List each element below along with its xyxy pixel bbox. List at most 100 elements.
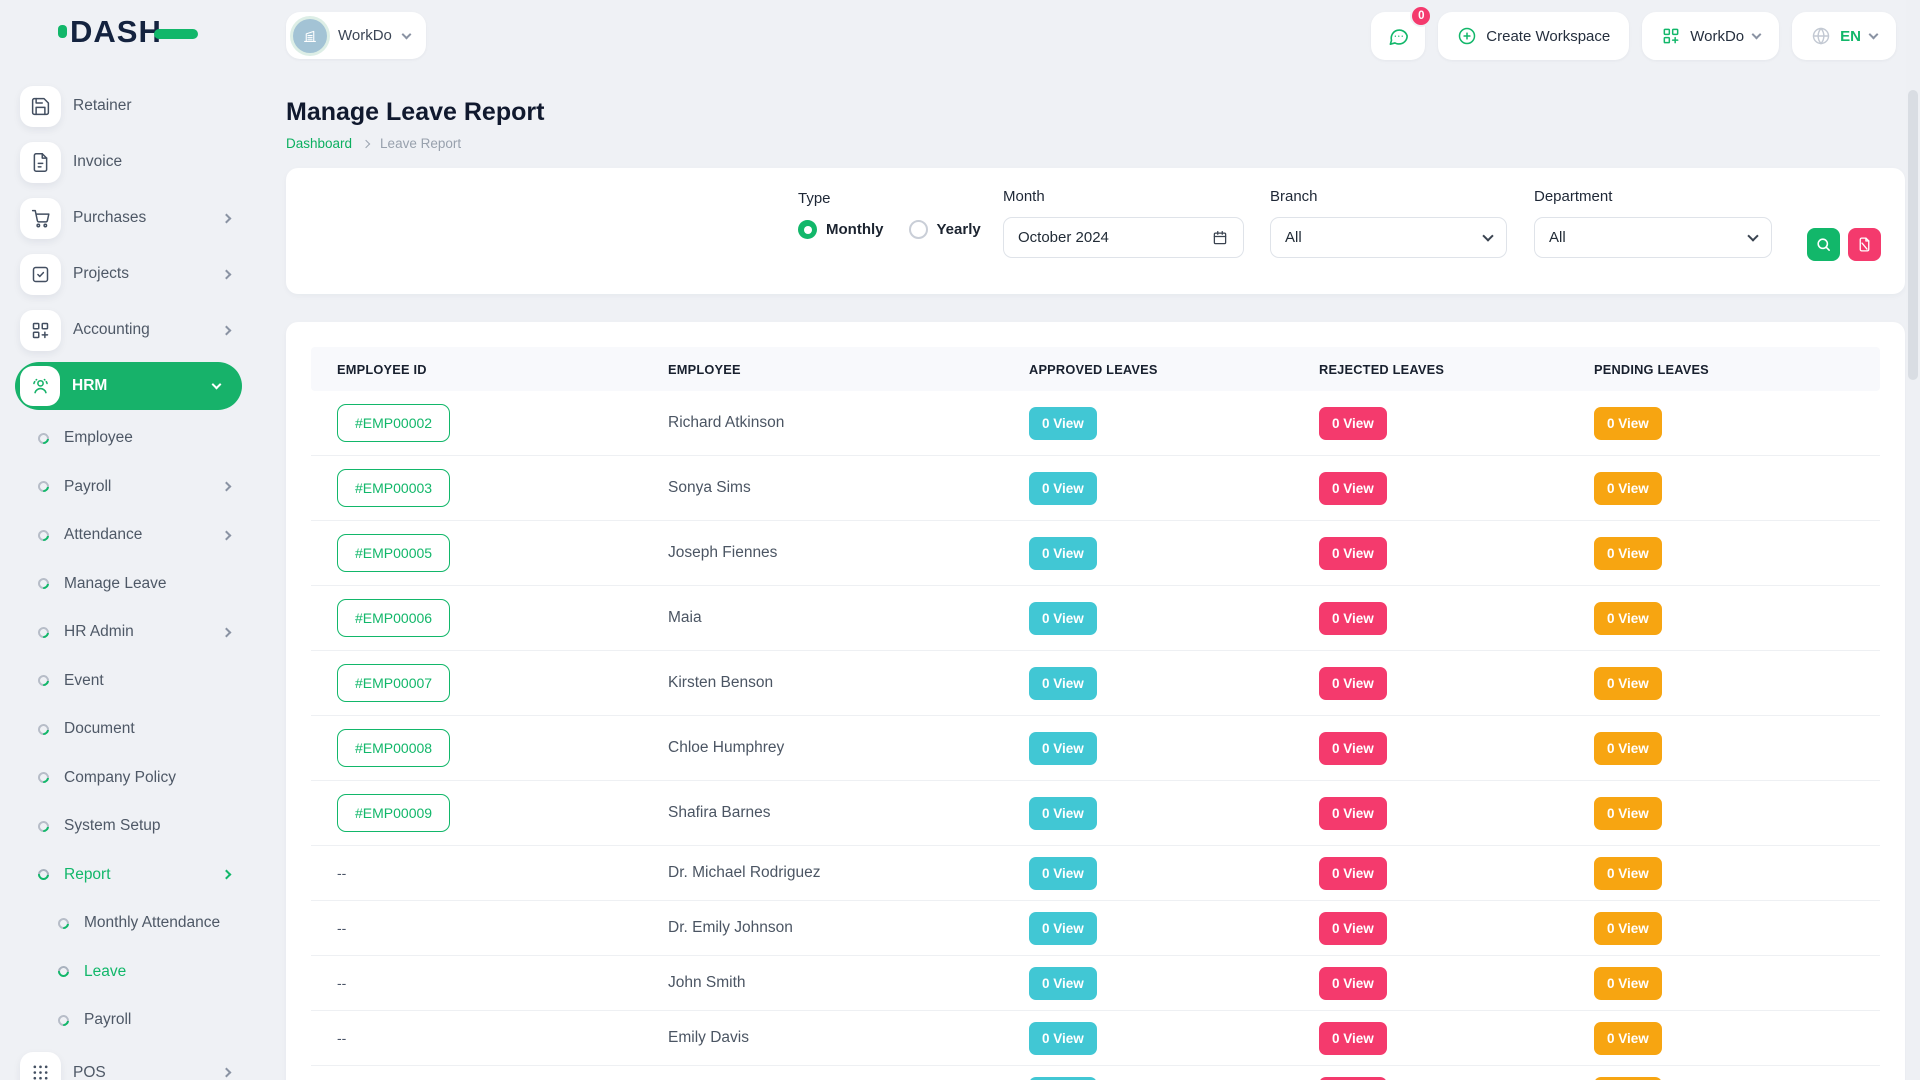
sidebar-item-accounting[interactable]: Accounting — [0, 302, 260, 358]
approved-leaves-badge[interactable]: 0 View — [1029, 667, 1097, 700]
rejected-leaves-badge[interactable]: 0 View — [1319, 407, 1387, 440]
breadcrumb-current: Leave Report — [380, 136, 461, 151]
sidebar-item-invoice[interactable]: Invoice — [0, 134, 260, 190]
bullet-icon — [36, 528, 51, 543]
sidebar-item-hrm[interactable]: HRM — [15, 362, 242, 410]
language-selector[interactable]: EN — [1792, 12, 1896, 60]
pending-leaves-badge[interactable]: 0 View — [1594, 857, 1662, 890]
breadcrumb-dashboard-link[interactable]: Dashboard — [286, 136, 352, 151]
pending-leaves-badge[interactable]: 0 View — [1594, 667, 1662, 700]
yearly-radio[interactable] — [909, 220, 928, 239]
table-row: --John Smith0 View0 View0 View — [311, 956, 1880, 1011]
employee-id-button[interactable]: #EMP00003 — [337, 469, 450, 507]
sidebar-item-label: Attendance — [64, 526, 142, 544]
branch-select[interactable]: All — [1270, 217, 1507, 258]
search-icon — [1815, 236, 1832, 253]
purchases-icon — [20, 198, 61, 239]
app-menu-button[interactable]: WorkDo — [1642, 12, 1779, 60]
branch-value: All — [1285, 229, 1302, 246]
pending-leaves-badge[interactable]: 0 View — [1594, 407, 1662, 440]
invoice-icon — [20, 142, 61, 183]
rejected-leaves-badge[interactable]: 0 View — [1319, 667, 1387, 700]
approved-leaves-badge[interactable]: 0 View — [1029, 797, 1097, 830]
plus-circle-icon — [1457, 26, 1477, 46]
approved-leaves-badge[interactable]: 0 View — [1029, 472, 1097, 505]
rejected-leaves-badge[interactable]: 0 View — [1319, 732, 1387, 765]
sidebar-item-report[interactable]: Report — [0, 851, 260, 900]
approved-leaves-badge[interactable]: 0 View — [1029, 732, 1097, 765]
approved-leaves-badge[interactable]: 0 View — [1029, 967, 1097, 1000]
table-row: #EMP00006Maia0 View0 View0 View — [311, 586, 1880, 651]
chevron-down-icon — [1752, 30, 1762, 40]
yearly-radio-label: Yearly — [937, 221, 981, 238]
pending-leaves-badge[interactable]: 0 View — [1594, 472, 1662, 505]
pos-icon — [20, 1052, 61, 1080]
rejected-leaves-badge[interactable]: 0 View — [1319, 967, 1387, 1000]
pending-leaves-badge[interactable]: 0 View — [1594, 1022, 1662, 1055]
approved-leaves-badge[interactable]: 0 View — [1029, 602, 1097, 635]
table-row: --Dr. Emily Johnson0 View0 View0 View — [311, 901, 1880, 956]
pending-leaves-badge[interactable]: 0 View — [1594, 912, 1662, 945]
sidebar-item-manage-leave[interactable]: Manage Leave — [0, 560, 260, 609]
pending-leaves-badge[interactable]: 0 View — [1594, 797, 1662, 830]
search-button[interactable] — [1807, 228, 1840, 261]
sidebar-item-label: HRM — [72, 377, 107, 395]
main-content: Manage Leave Report Dashboard Leave Repo… — [286, 72, 1905, 1080]
approved-leaves-badge[interactable]: 0 View — [1029, 1022, 1097, 1055]
rejected-leaves-badge[interactable]: 0 View — [1319, 472, 1387, 505]
chat-icon — [1387, 25, 1410, 48]
sidebar-item-label: Document — [64, 720, 135, 738]
table-row: #EMP00005Joseph Fiennes0 View0 View0 Vie… — [311, 521, 1880, 586]
bullet-icon — [36, 867, 51, 882]
sidebar-item-system-setup[interactable]: System Setup — [0, 802, 260, 851]
employee-id-button[interactable]: #EMP00005 — [337, 534, 450, 572]
month-input[interactable]: October 2024 — [1003, 217, 1244, 258]
sidebar-item-employee[interactable]: Employee — [0, 414, 260, 463]
workspace-selector[interactable]: WorkDo — [286, 12, 426, 59]
chevron-down-icon — [1747, 230, 1758, 241]
rejected-leaves-badge[interactable]: 0 View — [1319, 857, 1387, 890]
scrollbar-thumb[interactable] — [1908, 90, 1918, 380]
sidebar-item-document[interactable]: Document — [0, 705, 260, 754]
page-scrollbar[interactable] — [1906, 0, 1920, 1080]
employee-id-button[interactable]: #EMP00007 — [337, 664, 450, 702]
pending-leaves-badge[interactable]: 0 View — [1594, 732, 1662, 765]
sidebar-item-payroll[interactable]: Payroll — [0, 463, 260, 512]
approved-leaves-badge[interactable]: 0 View — [1029, 537, 1097, 570]
sidebar-item-label: POS — [73, 1064, 106, 1080]
approved-leaves-badge[interactable]: 0 View — [1029, 857, 1097, 890]
rejected-leaves-badge[interactable]: 0 View — [1319, 537, 1387, 570]
rejected-leaves-badge[interactable]: 0 View — [1319, 602, 1387, 635]
approved-leaves-badge[interactable]: 0 View — [1029, 912, 1097, 945]
employee-name: Dr. Emily Johnson — [668, 919, 793, 937]
pending-leaves-badge[interactable]: 0 View — [1594, 967, 1662, 1000]
department-select[interactable]: All — [1534, 217, 1772, 258]
sidebar-item-leave[interactable]: Leave — [0, 948, 260, 997]
sidebar-item-monthly-attendance[interactable]: Monthly Attendance — [0, 899, 260, 948]
pending-leaves-badge[interactable]: 0 View — [1594, 602, 1662, 635]
employee-id-button[interactable]: #EMP00008 — [337, 729, 450, 767]
employee-id-button[interactable]: #EMP00009 — [337, 794, 450, 832]
sidebar-item-retainer[interactable]: Retainer — [0, 78, 260, 134]
sidebar-item-attendance[interactable]: Attendance — [0, 511, 260, 560]
messages-button[interactable]: 0 — [1371, 12, 1425, 60]
sidebar-item-pos[interactable]: POS — [0, 1045, 260, 1080]
sidebar-item-payroll[interactable]: Payroll — [0, 996, 260, 1045]
pending-leaves-badge[interactable]: 0 View — [1594, 537, 1662, 570]
sidebar-item-projects[interactable]: Projects — [0, 246, 260, 302]
employee-name: Shafira Barnes — [668, 804, 771, 822]
monthly-radio[interactable] — [798, 220, 817, 239]
employee-id-button[interactable]: #EMP00002 — [337, 404, 450, 442]
sidebar-item-company-policy[interactable]: Company Policy — [0, 754, 260, 803]
create-workspace-button[interactable]: Create Workspace — [1438, 12, 1629, 60]
reset-filter-button[interactable] — [1848, 228, 1881, 261]
rejected-leaves-badge[interactable]: 0 View — [1319, 797, 1387, 830]
brand-logo[interactable]: DASH — [58, 16, 198, 47]
sidebar-item-event[interactable]: Event — [0, 657, 260, 706]
approved-leaves-badge[interactable]: 0 View — [1029, 407, 1097, 440]
employee-id-button[interactable]: #EMP00006 — [337, 599, 450, 637]
sidebar-item-hr-admin[interactable]: HR Admin — [0, 608, 260, 657]
rejected-leaves-badge[interactable]: 0 View — [1319, 1022, 1387, 1055]
sidebar-item-purchases[interactable]: Purchases — [0, 190, 260, 246]
rejected-leaves-badge[interactable]: 0 View — [1319, 912, 1387, 945]
